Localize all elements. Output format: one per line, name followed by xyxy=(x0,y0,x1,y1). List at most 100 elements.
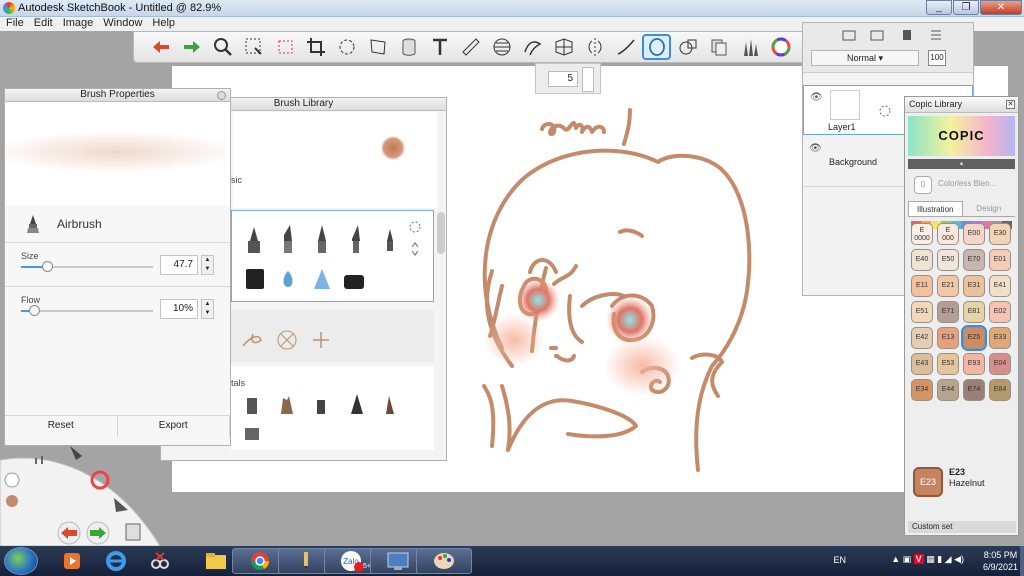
copic-swatch[interactable]: E70 xyxy=(963,249,985,271)
copic-swatch-grid: E 0000 E 000 E00 E30 E40 E50 E70 E01 E11 E21 E31 E41 E… xyxy=(911,223,1015,401)
blend-mode-select[interactable]: Normal ▾ xyxy=(811,50,919,66)
text-tool[interactable] xyxy=(425,34,454,60)
language-indicator[interactable]: EN xyxy=(833,555,846,565)
visibility-eye-icon[interactable]: 👁 xyxy=(809,143,822,154)
restore-button[interactable]: ❐ xyxy=(953,0,979,15)
brush-size-bar[interactable] xyxy=(582,67,594,92)
palette-icon[interactable] xyxy=(416,548,472,574)
menu-file[interactable]: File xyxy=(6,17,24,31)
zoom-tool[interactable] xyxy=(208,34,237,60)
copic-swatch[interactable]: E 0000 xyxy=(911,223,933,245)
lagoon-layers-icon[interactable] xyxy=(125,523,141,541)
copic-swatch[interactable]: E21 xyxy=(937,275,959,297)
clock[interactable]: 8:05 PM 6/9/2021 xyxy=(983,549,1018,573)
layer-lock-icon[interactable] xyxy=(878,104,892,118)
minimize-button[interactable]: _ xyxy=(926,0,952,15)
menu-help[interactable]: Help xyxy=(152,17,175,31)
copic-swatch[interactable]: E81 xyxy=(963,301,985,323)
flow-slider-knob[interactable] xyxy=(29,305,41,316)
brush-size-indicator[interactable]: 5 xyxy=(535,63,601,94)
airbrush-icon xyxy=(27,215,39,233)
lagoon-brush-icon[interactable] xyxy=(70,446,82,460)
transform-select-tool[interactable] xyxy=(270,34,299,60)
copic-swatch[interactable]: E40 xyxy=(911,249,933,271)
perspective-tool[interactable] xyxy=(363,34,392,60)
tab-design[interactable]: Design xyxy=(963,201,1016,216)
copic-swatch[interactable]: E41 xyxy=(989,275,1011,297)
brush-library-scrollbar[interactable] xyxy=(437,212,445,254)
show-desktop-button[interactable] xyxy=(1020,546,1024,576)
tray-icons[interactable]: ▲ ▣ V ▦ ▮ ◢ ◀) xyxy=(891,554,964,565)
copic-swatch[interactable]: E43 xyxy=(911,353,933,375)
select-tool[interactable] xyxy=(239,34,268,60)
shapes-tool[interactable] xyxy=(673,34,702,60)
menu-window[interactable]: Window xyxy=(103,17,142,31)
custom-set-bar[interactable]: Custom set xyxy=(908,521,1016,533)
ellipse-guide-tool[interactable] xyxy=(487,34,516,60)
colorless-blender-row[interactable]: 0 Colorless Blen... xyxy=(908,173,1015,197)
close-button[interactable]: ✕ xyxy=(980,0,1022,15)
copic-swatch[interactable]: E71 xyxy=(937,301,959,323)
copic-swatch[interactable]: E51 xyxy=(911,301,933,323)
copic-close-icon[interactable]: ✕ xyxy=(1006,100,1015,109)
copic-swatch[interactable]: E04 xyxy=(989,353,1011,375)
ellipse-tool[interactable] xyxy=(642,34,672,60)
copic-swatch[interactable]: E30 xyxy=(989,223,1011,245)
copic-swatch[interactable]: E11 xyxy=(911,275,933,297)
visibility-eye-icon[interactable]: 👁 xyxy=(810,92,823,103)
size-slider-knob[interactable] xyxy=(42,261,54,272)
french-curve-tool[interactable] xyxy=(518,34,547,60)
paint-icon[interactable] xyxy=(132,548,188,574)
menu-edit[interactable]: Edit xyxy=(34,17,53,31)
cylinder-tool[interactable] xyxy=(394,34,423,60)
menu-image[interactable]: Image xyxy=(63,17,94,31)
fine-brush-icon xyxy=(387,229,393,241)
sidebar-pen-icon[interactable] xyxy=(4,472,20,488)
ellipse-guide-icon xyxy=(493,38,510,56)
copic-swatch[interactable]: E13 xyxy=(937,327,959,349)
ruler-tool[interactable] xyxy=(456,34,485,60)
copic-swatch[interactable]: E00 xyxy=(963,223,985,245)
line-tool[interactable] xyxy=(611,34,640,60)
blender-swatch[interactable]: 0 xyxy=(914,176,932,194)
copic-swatch[interactable]: E01 xyxy=(989,249,1011,271)
opacity-value[interactable]: 100 xyxy=(928,50,946,66)
brush-size-value: 5 xyxy=(548,71,578,87)
flow-value[interactable]: 10% xyxy=(160,299,198,319)
copic-swatch[interactable]: E33 xyxy=(989,327,1011,349)
redo-button[interactable] xyxy=(177,34,206,60)
copic-swatch[interactable]: E34 xyxy=(911,379,933,401)
copic-swatch[interactable]: E74 xyxy=(963,379,985,401)
lasso-tool[interactable] xyxy=(332,34,361,60)
copic-swatch[interactable]: E44 xyxy=(937,379,959,401)
current-color-swatch[interactable]: E23 xyxy=(913,467,943,497)
perspective-grid-tool[interactable] xyxy=(549,34,578,60)
sidebar-color-puck[interactable] xyxy=(6,495,18,507)
copic-swatch[interactable]: E84 xyxy=(989,379,1011,401)
copic-swatch[interactable]: E53 xyxy=(937,353,959,375)
flow-slider[interactable] xyxy=(21,305,153,316)
color-wheel-tool[interactable] xyxy=(766,34,795,60)
zoom-icon xyxy=(213,38,232,56)
copic-swatch[interactable]: E42 xyxy=(911,327,933,349)
copic-swatch[interactable]: E50 xyxy=(937,249,959,271)
brushes-tool[interactable] xyxy=(735,34,764,60)
copic-swatch[interactable]: E25 xyxy=(961,325,987,351)
size-stepper[interactable]: ▲ ▼ xyxy=(201,255,214,275)
crop-tool[interactable] xyxy=(301,34,330,60)
size-value[interactable]: 47.7 xyxy=(160,255,198,275)
undo-button[interactable] xyxy=(146,34,175,60)
symmetry-tool[interactable] xyxy=(580,34,609,60)
start-button[interactable] xyxy=(4,547,38,575)
flow-stepper[interactable]: ▲ ▼ xyxy=(201,299,214,319)
fill-brush-icon xyxy=(344,275,364,289)
copic-collapse-bar[interactable]: ▴ xyxy=(908,159,1015,169)
panel-close-icon[interactable] xyxy=(217,91,226,100)
tab-illustration[interactable]: Illustration xyxy=(908,201,963,216)
copic-swatch[interactable]: E02 xyxy=(989,301,1011,323)
copic-swatch[interactable]: E93 xyxy=(963,353,985,375)
copic-swatch[interactable]: E 000 xyxy=(937,223,959,245)
copy-tool[interactable] xyxy=(704,34,733,60)
copic-swatch[interactable]: E31 xyxy=(963,275,985,297)
size-slider[interactable] xyxy=(21,261,153,272)
